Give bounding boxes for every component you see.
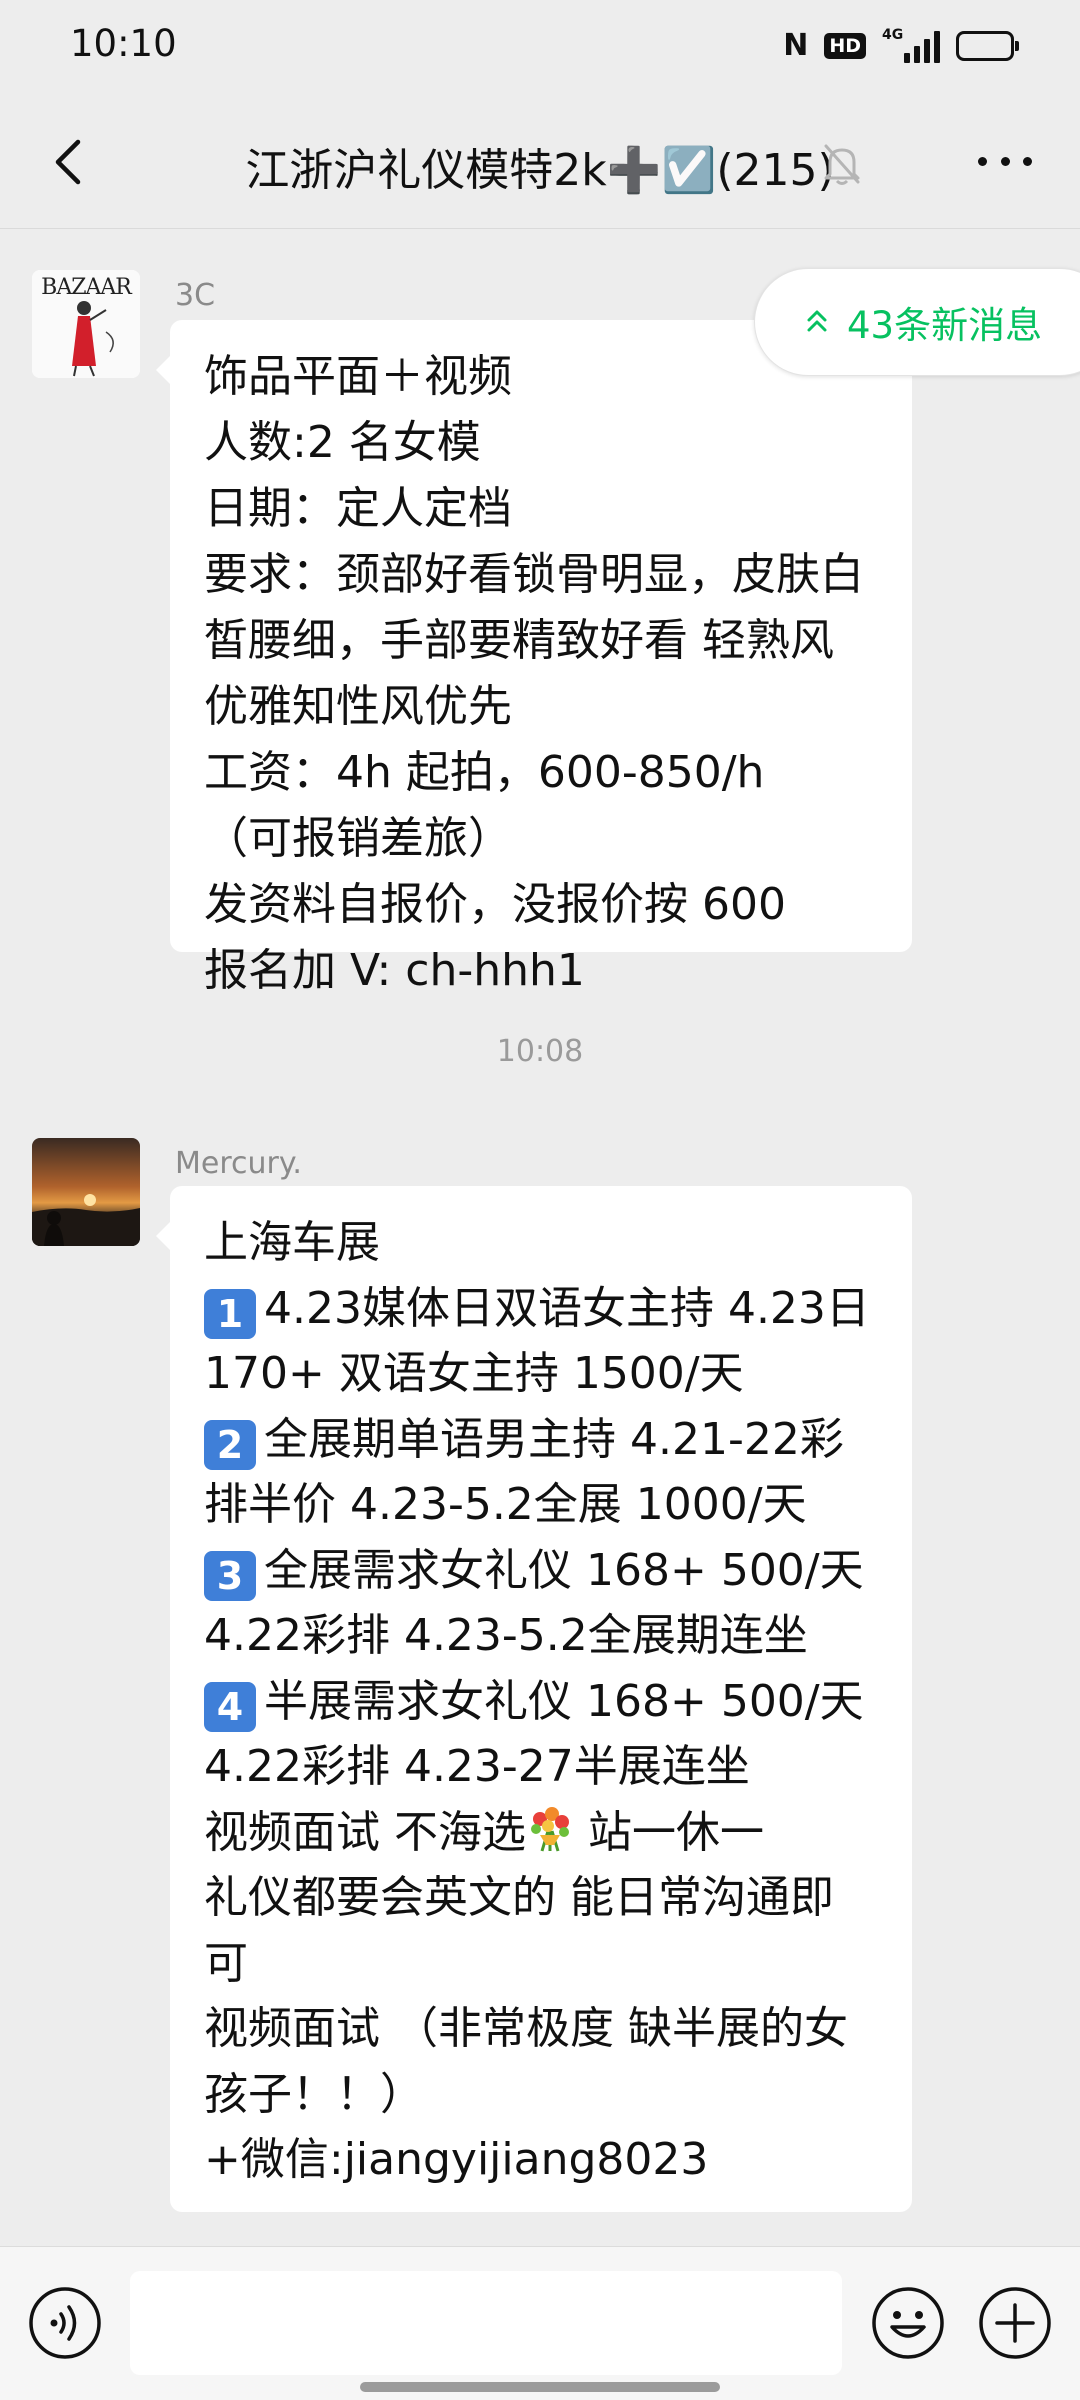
message-bubble[interactable]: 饰品平面＋视频 人数:2 名女模 日期：定人定档 要求：颈部好看锁骨明显，皮肤白… xyxy=(156,320,912,996)
message-line-text: 半展需求女礼仪 168+ 500/天 xyxy=(264,1675,864,1727)
message-line-text: 4.23媒体日双语女主持 4.23日 xyxy=(264,1282,870,1334)
message-line: 工资：4h 起拍，600-850/h xyxy=(204,747,765,798)
double-chevron-up-icon xyxy=(805,306,829,338)
voice-icon[interactable] xyxy=(27,2285,103,2361)
message-bubble[interactable]: 上海车展 1 4.23媒体日双语女主持 4.23日 170+ 双语女主持 1500… xyxy=(156,1186,912,2212)
new-messages-pill[interactable]: 43条新消息 xyxy=(754,268,1080,376)
message-line: 皙腰细，手部要精致好看 轻熟风 xyxy=(204,615,834,666)
message-line: 发资料自报价，没报价按 600 xyxy=(204,879,786,930)
message-line: 礼仪都要会英文的 能日常沟通即 xyxy=(204,1872,834,1923)
home-indicator[interactable] xyxy=(360,2382,720,2392)
message-line-text: 全展需求女礼仪 168+ 500/天 xyxy=(264,1544,864,1596)
sender-name: Mercury. xyxy=(175,1146,302,1181)
message-line: 170+ 双语女主持 1500/天 xyxy=(204,1348,744,1399)
time-divider: 10:08 xyxy=(496,1034,584,1069)
input-bar xyxy=(0,2246,1080,2400)
message-line: 日期：定人定档 xyxy=(204,483,512,534)
message-line: 孩子！！） xyxy=(204,2068,424,2120)
new-messages-label: 43条新消息 xyxy=(847,304,1043,347)
message-line: 可 xyxy=(204,1937,248,1989)
message-line-text: 全展期单语男主持 4.21-22彩 xyxy=(264,1413,844,1465)
signal-icon: 4G xyxy=(882,26,940,63)
battery-icon xyxy=(956,30,1019,61)
plus-circle-icon[interactable] xyxy=(977,2285,1053,2361)
keycap-badge: 4 xyxy=(204,1681,256,1732)
message-line-text: 视频面试 不海选 xyxy=(204,1806,526,1858)
keycap-badge: 2 xyxy=(204,1419,256,1470)
message-line: 4.22彩排 4.23-27半展连坐 xyxy=(204,1741,750,1792)
message-line: 1 4.23媒体日双语女主持 4.23日 xyxy=(204,1276,880,1342)
bouquet-icon xyxy=(526,1805,574,1853)
chat-header: 江浙沪礼仪模特2k➕☑️(215) xyxy=(0,96,1080,228)
message-line: 4.22彩排 4.23-5.2全展期连坐 xyxy=(204,1610,808,1661)
avatar[interactable] xyxy=(32,1138,140,1246)
more-horizontal-icon[interactable] xyxy=(970,136,1040,186)
network-type-label: 4G xyxy=(882,26,904,43)
message-line: 视频面试 不海选 站一休一 xyxy=(204,1800,880,1866)
avatar-logo-text: BAZAAR xyxy=(41,275,133,300)
hd-voice-icon: HD xyxy=(824,32,866,59)
header-divider xyxy=(0,228,1080,229)
avatar[interactable]: BAZAAR xyxy=(32,270,140,378)
message-line: 人数:2 名女模 xyxy=(204,417,481,468)
message-line: 上海车展 xyxy=(204,1217,380,1268)
message-line: 排半价 4.23-5.2全展 1000/天 xyxy=(204,1479,807,1530)
bell-off-icon xyxy=(822,142,862,186)
message-line: 2 全展期单语男主持 4.21-22彩 xyxy=(204,1407,880,1473)
chat-title: 江浙沪礼仪模特2k➕☑️(215) xyxy=(245,145,835,196)
nfc-icon: N xyxy=(783,28,809,63)
keycap-badge: 1 xyxy=(204,1288,256,1339)
status-bar: 10:10 N HD 4G xyxy=(0,0,1080,96)
keycap-badge: 3 xyxy=(204,1550,256,1601)
message-line-text: 站一休一 xyxy=(574,1806,764,1858)
message-line: 3 全展需求女礼仪 168+ 500/天 xyxy=(204,1538,880,1604)
sender-name: 3C xyxy=(175,278,216,313)
message-line: （可报销差旅） xyxy=(204,813,512,864)
message-line: +微信:jiangyijiang8023 xyxy=(204,2134,709,2185)
message-line: 报名加 V: ch-hhh1 xyxy=(204,945,585,996)
message-line: 要求：颈部好看锁骨明显，皮肤白 xyxy=(204,549,864,600)
status-icons: N HD 4G xyxy=(783,26,1019,63)
message-line: 优雅知性风优先 xyxy=(204,681,512,732)
status-time: 10:10 xyxy=(70,22,177,65)
message-line: 4 半展需求女礼仪 168+ 500/天 xyxy=(204,1669,880,1735)
smiley-icon[interactable] xyxy=(870,2285,946,2361)
message-line: 视频面试 （非常极度 缺半展的女 xyxy=(204,2003,848,2054)
message-input[interactable] xyxy=(130,2271,842,2375)
